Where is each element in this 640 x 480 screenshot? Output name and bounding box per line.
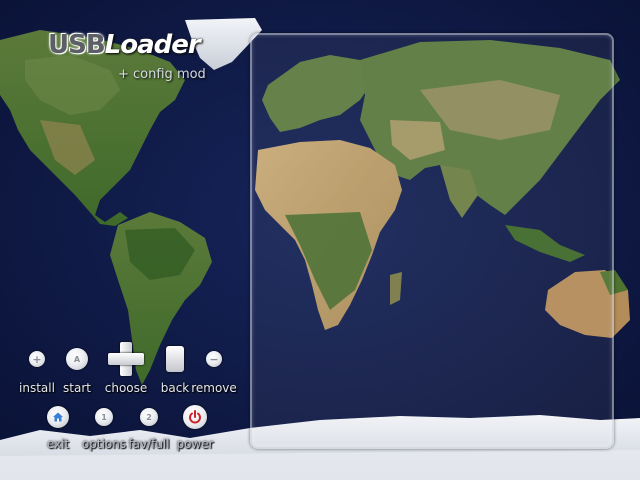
install-label: install (19, 381, 55, 395)
back-label: back (160, 381, 190, 395)
power-label: power (176, 437, 214, 451)
minus-button-icon[interactable]: − (206, 351, 222, 367)
plus-button-icon[interactable]: + (29, 351, 45, 367)
power-button-icon[interactable] (183, 405, 207, 429)
b-button-icon[interactable] (166, 346, 184, 372)
exit-label: exit (46, 437, 70, 451)
dpad-icon[interactable] (108, 342, 144, 376)
fav-full-label: fav/full (128, 437, 170, 451)
house-icon (53, 412, 63, 422)
one-button-icon[interactable]: 1 (95, 408, 113, 426)
app-subtitle: + config mod (118, 67, 206, 82)
choose-label: choose (104, 381, 148, 395)
start-label: start (63, 381, 91, 395)
options-label: options (81, 437, 127, 451)
logo-usb-text: USB (48, 30, 106, 60)
a-button-icon[interactable]: A (66, 348, 88, 370)
game-list-panel[interactable] (250, 33, 614, 449)
power-symbol-icon (189, 410, 201, 424)
remove-label: remove (191, 381, 237, 395)
home-button-icon[interactable] (47, 406, 69, 428)
two-button-icon[interactable]: 2 (140, 408, 158, 426)
logo-loader-text: Loader (104, 30, 201, 60)
app-logo: USBLoader (48, 30, 201, 60)
